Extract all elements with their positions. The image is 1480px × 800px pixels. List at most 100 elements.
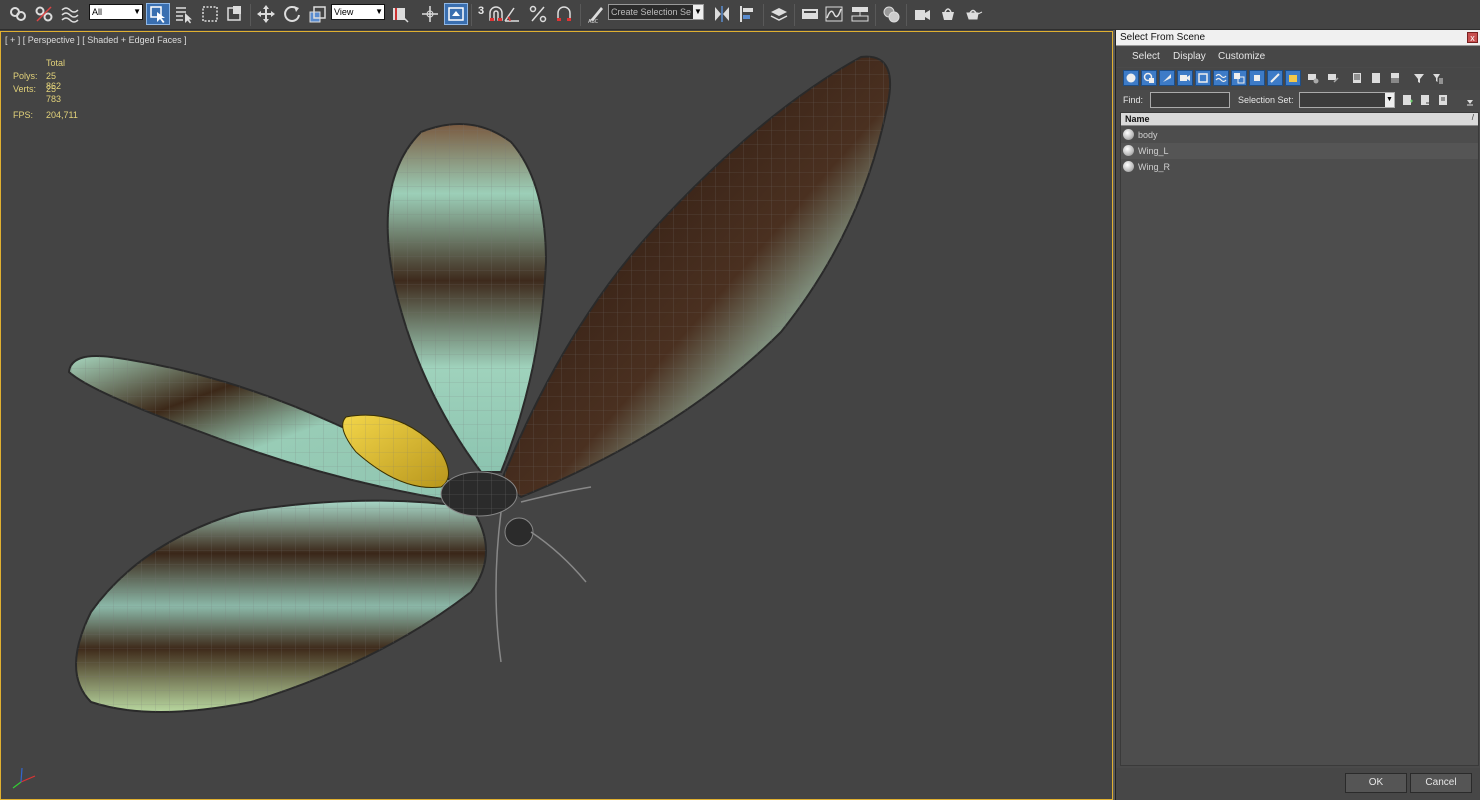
toolbar-separator (875, 4, 876, 26)
mirror-icon[interactable] (710, 3, 734, 25)
toolbar-separator (763, 4, 764, 26)
selection-filter-dropdown[interactable]: All ▼ (89, 4, 143, 20)
toolbar-separator (250, 4, 251, 26)
select-all-icon[interactable] (1349, 70, 1365, 86)
stats-polys-label: Polys: (13, 71, 38, 81)
list-item-label: body (1138, 130, 1158, 140)
list-item[interactable]: Wing_R (1121, 159, 1478, 175)
display-cameras-icon[interactable] (1177, 70, 1193, 86)
dialog-menu-bar: Select Display Customize (1116, 47, 1480, 67)
display-hidden-icon[interactable] (1325, 70, 1341, 86)
named-selection-set-dropdown[interactable]: Create Selection Se ▼ (608, 4, 704, 20)
axis-tripod-icon (12, 767, 36, 789)
toolbar-separator (580, 4, 581, 26)
display-helpers-icon[interactable] (1195, 70, 1211, 86)
select-by-name-icon[interactable] (172, 3, 196, 25)
menu-customize[interactable]: Customize (1218, 51, 1265, 62)
reference-coordinate-dropdown[interactable]: View ▼ (331, 4, 385, 20)
find-label: Find: (1123, 95, 1144, 105)
schematic-view-icon[interactable] (848, 3, 872, 25)
angle-snap-icon[interactable] (500, 3, 524, 25)
scene-object-list: Name / body Wing_L Wing_R (1120, 112, 1479, 766)
ok-button[interactable]: OK (1345, 773, 1407, 793)
unlink-selection-icon[interactable] (32, 3, 56, 25)
rotate-icon[interactable] (280, 3, 304, 25)
find-bar: Find: Selection Set: ▼ (1116, 91, 1480, 111)
scale-icon[interactable] (306, 3, 330, 25)
close-icon[interactable]: x (1467, 32, 1478, 43)
remove-from-selection-set-icon[interactable] (1436, 92, 1452, 108)
sort-indicator-icon[interactable]: / (1472, 113, 1474, 122)
geometry-sphere-icon (1123, 145, 1134, 156)
move-icon[interactable] (254, 3, 278, 25)
display-space-warps-icon[interactable] (1213, 70, 1229, 86)
find-input[interactable] (1150, 92, 1230, 108)
percent-snap-icon[interactable] (526, 3, 550, 25)
dialog-filter-toolbar (1116, 68, 1480, 90)
stats-verts-value: 25 783 (46, 84, 62, 104)
list-item-label: Wing_L (1138, 146, 1169, 156)
svg-text:ABC: ABC (588, 19, 599, 24)
render-production-icon[interactable] (962, 3, 986, 25)
window-crossing-icon[interactable] (223, 3, 247, 25)
stats-verts-label: Verts: (13, 84, 37, 94)
pivot-center-icon[interactable] (388, 3, 412, 25)
create-selection-set-icon[interactable] (1400, 92, 1416, 108)
select-manipulate-icon[interactable] (418, 3, 442, 25)
material-editor-icon[interactable] (879, 3, 903, 25)
spinner-snap-icon[interactable] (552, 3, 576, 25)
menu-select[interactable]: Select (1132, 51, 1160, 62)
keyboard-shortcut-override-icon[interactable] (444, 3, 468, 25)
display-frozen-icon[interactable] (1305, 70, 1321, 86)
stats-fps-value: 204,711 (46, 110, 78, 120)
bind-to-space-warp-icon[interactable] (58, 3, 82, 25)
main-toolbar: All ▼ View ▼ 3 ABC Create Selection Se ▼ (0, 0, 1480, 30)
display-groups-icon[interactable] (1231, 70, 1247, 86)
chevron-down-icon: ▼ (133, 7, 141, 16)
toolbar-overflow-icon[interactable] (1462, 93, 1478, 109)
list-item[interactable]: body (1121, 127, 1478, 143)
menu-display[interactable]: Display (1173, 51, 1206, 62)
named-selection-placeholder: Create Selection Se (611, 7, 692, 17)
display-containers-icon[interactable] (1285, 70, 1301, 86)
filter-icon[interactable] (1411, 70, 1427, 86)
perspective-viewport[interactable]: [ + ] [ Perspective ] [ Shaded + Edged F… (0, 31, 1113, 800)
select-from-scene-dialog: Select From Scene x Select Display Custo… (1115, 30, 1480, 800)
display-bones-icon[interactable] (1267, 70, 1283, 86)
geometry-sphere-icon (1123, 161, 1134, 172)
display-xrefs-icon[interactable] (1249, 70, 1265, 86)
select-and-link-icon[interactable] (6, 3, 30, 25)
dialog-title[interactable]: Select From Scene (1116, 30, 1480, 46)
wing-r-bottom[interactable] (75, 499, 487, 713)
rectangular-selection-icon[interactable] (198, 3, 222, 25)
toolbar-separator (471, 4, 472, 26)
curve-editor-icon[interactable] (822, 3, 846, 25)
edit-named-selection-icon[interactable]: ABC (584, 3, 608, 25)
display-lights-icon[interactable] (1159, 70, 1175, 86)
butterfly-model[interactable] (1, 32, 1112, 799)
chevron-down-icon: ▼ (693, 5, 703, 19)
viewport-label[interactable]: [ + ] [ Perspective ] [ Shaded + Edged F… (5, 35, 187, 45)
display-geometry-icon[interactable] (1123, 70, 1139, 86)
selection-filter-value: All (92, 7, 103, 17)
cancel-button[interactable]: Cancel (1410, 773, 1472, 793)
selection-set-dropdown[interactable]: ▼ (1299, 92, 1395, 108)
toggle-ribbon-icon[interactable] (798, 3, 822, 25)
layer-manager-icon[interactable] (767, 3, 791, 25)
wing-l-top[interactable] (386, 123, 548, 473)
select-none-icon[interactable] (1368, 70, 1384, 86)
select-object-icon[interactable] (146, 3, 170, 25)
display-shapes-icon[interactable] (1141, 70, 1157, 86)
select-invert-icon[interactable] (1387, 70, 1403, 86)
rendered-frame-window-icon[interactable] (936, 3, 960, 25)
list-item[interactable]: Wing_L (1121, 143, 1478, 159)
filter-options-icon[interactable] (1430, 70, 1446, 86)
list-header: Name / (1121, 113, 1478, 126)
render-setup-icon[interactable] (910, 3, 934, 25)
wing-r-top[interactable] (499, 55, 892, 499)
column-name-header[interactable]: Name (1125, 114, 1150, 124)
chevron-down-icon: ▼ (375, 7, 383, 16)
add-to-selection-set-icon[interactable] (1418, 92, 1434, 108)
dialog-button-bar: OK Cancel (1116, 768, 1480, 800)
align-icon[interactable] (736, 3, 760, 25)
